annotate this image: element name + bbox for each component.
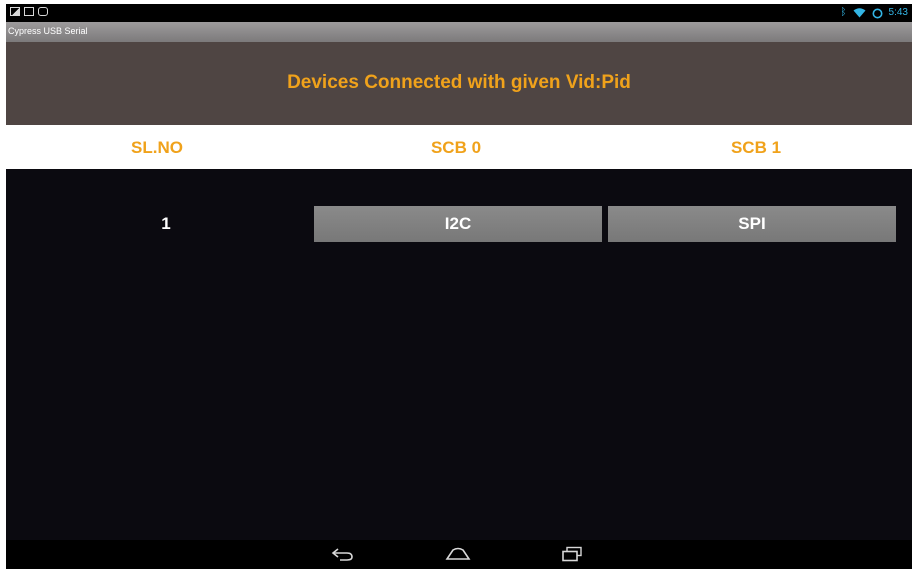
screen-icon [24, 7, 34, 16]
table-header: SL.NO SCB 0 SCB 1 [6, 125, 912, 169]
status-bar: ᛒ 5:43 [6, 4, 912, 22]
page-title: Devices Connected with given Vid:Pid [287, 72, 631, 93]
battery-icon [872, 8, 883, 19]
recent-apps-icon[interactable] [552, 544, 592, 564]
column-header-sl-no: SL.NO [131, 138, 183, 157]
device-screen: ᛒ 5:43 Cypress USB Serial Devices Connec… [6, 4, 912, 569]
navigation-bar [6, 540, 912, 569]
wifi-icon [853, 8, 866, 18]
gallery-icon [10, 7, 20, 16]
column-header-scb1: SCB 1 [730, 138, 782, 157]
table-row: 1 I2C SPI [6, 204, 912, 242]
row-sl-no: 1 [161, 214, 171, 233]
home-icon[interactable] [438, 544, 478, 564]
status-time: 5:43 [888, 7, 908, 18]
notification-icons [10, 7, 48, 16]
bluetooth-icon: ᛒ [840, 7, 847, 18]
spi-button[interactable]: SPI [608, 206, 896, 242]
app-title: Cypress USB Serial [8, 26, 88, 36]
usb-icon [38, 7, 48, 16]
system-icons: ᛒ 5:43 [841, 5, 908, 21]
i2c-button[interactable]: I2C [314, 206, 602, 242]
back-icon[interactable] [323, 544, 363, 564]
app-title-bar: Cypress USB Serial [6, 22, 912, 42]
header-panel: Devices Connected with given Vid:Pid [6, 42, 912, 125]
column-header-scb0: SCB 0 [430, 138, 482, 157]
